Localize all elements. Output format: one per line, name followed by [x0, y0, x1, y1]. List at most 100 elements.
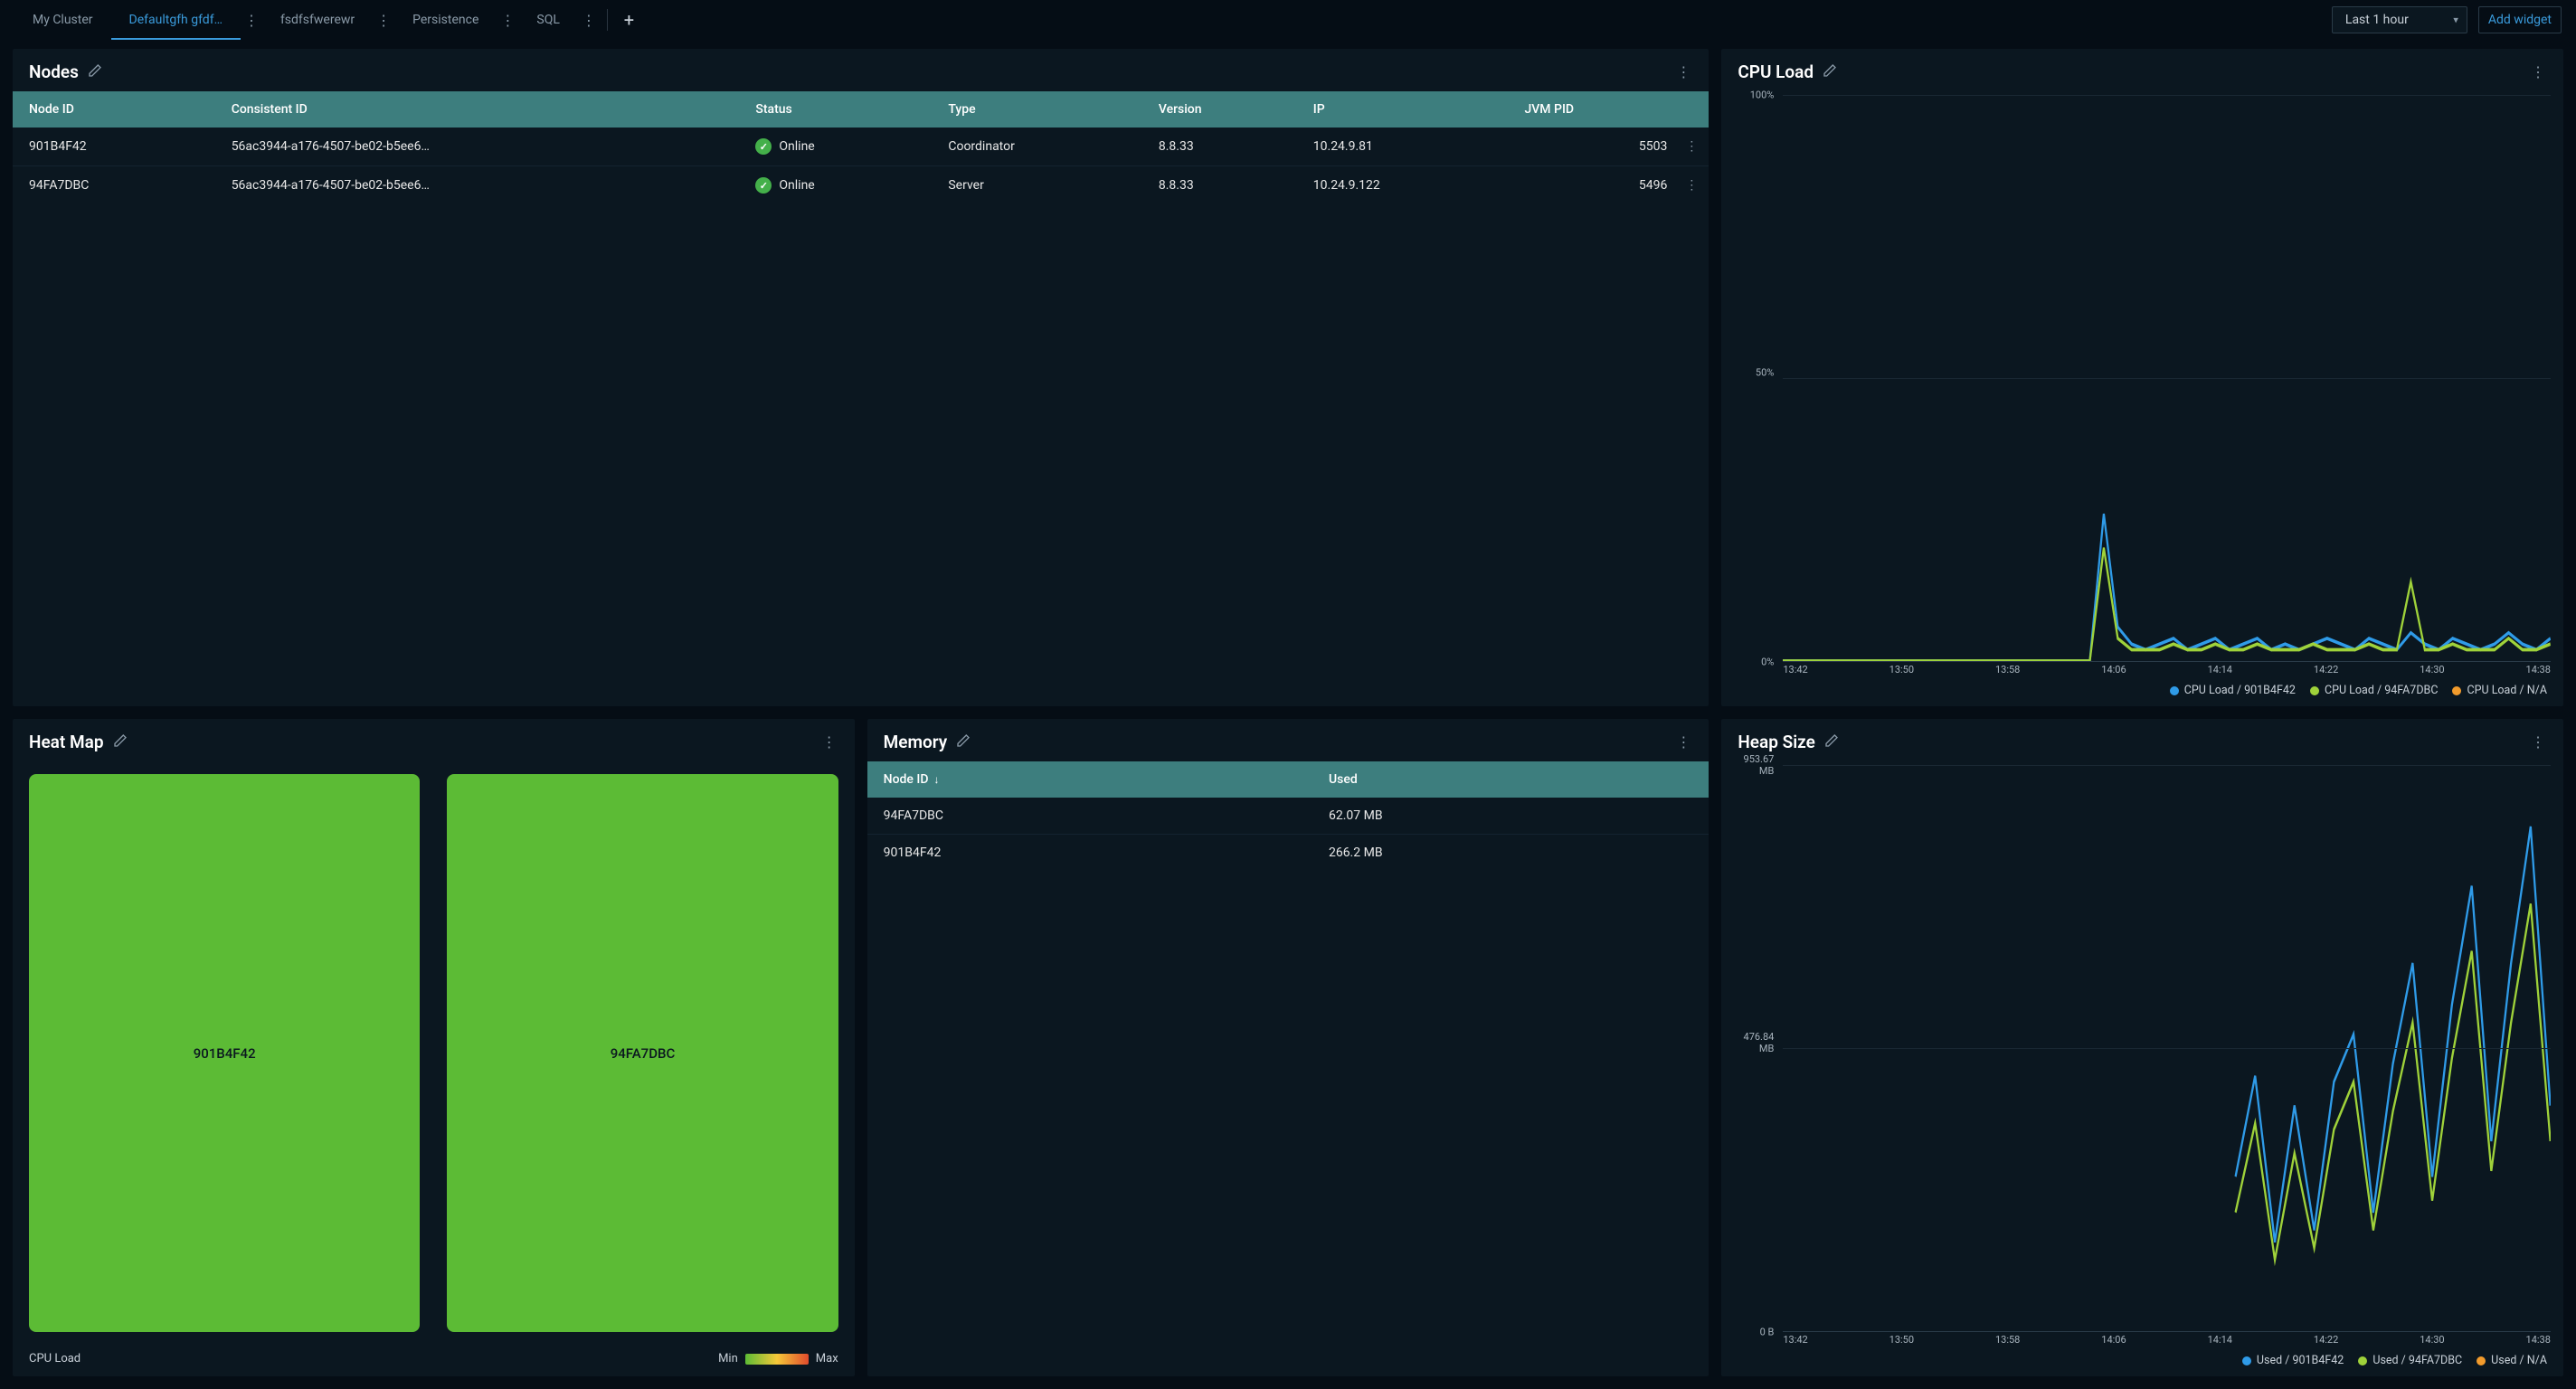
legend-dot-icon	[2358, 1356, 2367, 1365]
heat-tile[interactable]: 94FA7DBC	[447, 774, 838, 1332]
x-tick: 13:42	[1783, 1334, 1807, 1348]
cell-status: Online	[744, 166, 937, 205]
add-tab-icon[interactable]: +	[607, 9, 639, 31]
panel-memory: Memory ⋮ Node ID↓Used 94FA7DBC62.07 MB90…	[867, 719, 1709, 1376]
tab-3[interactable]: Persistence	[394, 0, 497, 40]
x-tick: 13:42	[1783, 664, 1807, 678]
panel-title: Heat Map	[29, 732, 104, 752]
tab-4[interactable]: SQL	[518, 0, 577, 40]
tab-menu-icon[interactable]: ⋮	[497, 9, 518, 31]
column-header[interactable]: Used	[1318, 761, 1709, 798]
table-row[interactable]: 94FA7DBC56ac3944-a176-4507-be02-b5ee6…On…	[13, 166, 1709, 205]
legend-dot-icon	[2170, 686, 2179, 695]
x-tick: 13:58	[1995, 1334, 2020, 1348]
sort-desc-icon: ↓	[934, 773, 940, 786]
legend-dot-icon	[2242, 1356, 2251, 1365]
column-header[interactable]: JVM PID	[1513, 91, 1674, 128]
x-tick: 14:38	[2526, 664, 2551, 678]
column-header[interactable]: IP	[1302, 91, 1514, 128]
column-header[interactable]: Consistent ID	[221, 91, 745, 128]
x-tick: 13:58	[1995, 664, 2020, 678]
tab-2[interactable]: fsdfsfwerewr	[262, 0, 373, 40]
column-header[interactable]: Type	[937, 91, 1147, 128]
legend-label: Used / N/A	[2491, 1354, 2547, 1367]
heatmap-max-label: Max	[816, 1352, 838, 1365]
cell-status: Online	[744, 128, 937, 166]
pencil-icon[interactable]	[113, 733, 128, 751]
cell-ip: 10.24.9.81	[1302, 128, 1514, 166]
x-tick: 14:30	[2420, 664, 2444, 678]
y-tick: 953.67 MB	[1730, 753, 1774, 777]
panel-menu-icon[interactable]: ⋮	[2529, 63, 2547, 80]
tab-label: SQL	[536, 13, 559, 27]
panel-menu-icon[interactable]: ⋮	[1674, 63, 1692, 80]
column-header[interactable]: Node ID	[13, 91, 221, 128]
legend-item[interactable]: Used / 94FA7DBC	[2358, 1354, 2462, 1367]
row-menu-icon[interactable]: ⋮	[1685, 178, 1698, 193]
cell-consistent-id: 56ac3944-a176-4507-be02-b5ee6…	[221, 128, 745, 166]
pencil-icon[interactable]	[1824, 733, 1839, 751]
tab-1[interactable]: Defaultgfh gfdf…	[111, 0, 241, 40]
tab-menu-icon[interactable]: ⋮	[241, 9, 262, 31]
chart-series	[1783, 548, 2551, 661]
panel-nodes: Nodes ⋮ Node IDConsistent IDStatusTypeVe…	[13, 49, 1709, 706]
cell-version: 8.8.33	[1148, 166, 1302, 205]
pencil-icon[interactable]	[88, 63, 102, 81]
y-tick: 0%	[1730, 657, 1774, 668]
legend-item[interactable]: Used / N/A	[2477, 1354, 2547, 1367]
tab-menu-icon[interactable]: ⋮	[373, 9, 394, 31]
chart-series	[2236, 827, 2551, 1242]
cell-node-id: 901B4F42	[13, 128, 221, 166]
legend-item[interactable]: CPU Load / 901B4F42	[2170, 684, 2296, 697]
tab-0[interactable]: My Cluster	[14, 0, 111, 40]
pencil-icon[interactable]	[1823, 63, 1837, 81]
cell-node-id: 94FA7DBC	[13, 166, 221, 205]
heatmap-gradient	[745, 1354, 809, 1365]
check-icon	[755, 177, 772, 194]
column-header[interactable]: Node ID↓	[867, 761, 1318, 798]
time-range-select[interactable]: Last 1 hour	[2332, 6, 2467, 33]
panel-heap-size: Heap Size ⋮ 953.67 MB476.84 MB0 B 13:421…	[1721, 719, 2563, 1376]
cell-consistent-id: 56ac3944-a176-4507-be02-b5ee6…	[221, 166, 745, 205]
legend-label: CPU Load / 901B4F42	[2184, 684, 2296, 697]
topbar: My ClusterDefaultgfh gfdf…⋮fsdfsfwerewr⋮…	[0, 0, 2576, 40]
tab-label: My Cluster	[33, 13, 93, 27]
panel-menu-icon[interactable]: ⋮	[1674, 733, 1692, 751]
panel-title: Memory	[884, 732, 948, 752]
x-tick: 14:30	[2420, 1334, 2444, 1348]
heatmap-metric-label: CPU Load	[29, 1352, 80, 1365]
heatmap-min-label: Min	[718, 1352, 738, 1365]
panel-heat-map: Heat Map ⋮ 901B4F4294FA7DBC CPU Load Min…	[13, 719, 855, 1376]
panel-title: Nodes	[29, 61, 79, 82]
legend-item[interactable]: CPU Load / 94FA7DBC	[2310, 684, 2439, 697]
cell-node-id: 94FA7DBC	[867, 798, 1318, 835]
column-header[interactable]: Status	[744, 91, 937, 128]
y-tick: 0 B	[1730, 1327, 1774, 1338]
table-row[interactable]: 94FA7DBC62.07 MB	[867, 798, 1709, 835]
panel-title: Heap Size	[1738, 732, 1815, 752]
panel-menu-icon[interactable]: ⋮	[820, 733, 838, 751]
chart-series	[1783, 514, 2551, 661]
chart-series	[2236, 903, 2551, 1260]
table-row[interactable]: 901B4F4256ac3944-a176-4507-be02-b5ee6…On…	[13, 128, 1709, 166]
pencil-icon[interactable]	[956, 733, 971, 751]
heat-tile[interactable]: 901B4F42	[29, 774, 420, 1332]
panel-menu-icon[interactable]: ⋮	[2529, 733, 2547, 751]
legend-dot-icon	[2310, 686, 2319, 695]
panel-title: CPU Load	[1738, 61, 1814, 82]
cell-type: Coordinator	[937, 128, 1147, 166]
table-row[interactable]: 901B4F42266.2 MB	[867, 835, 1709, 872]
add-widget-button[interactable]: Add widget	[2478, 6, 2562, 33]
row-menu-icon[interactable]: ⋮	[1685, 139, 1698, 154]
panel-cpu-load: CPU Load ⋮ 100%50%0% 13:4213:5013:5814:0…	[1721, 49, 2563, 706]
legend-item[interactable]: CPU Load / N/A	[2452, 684, 2547, 697]
cell-jvm-pid: 5503	[1513, 128, 1674, 166]
legend-label: Used / 901B4F42	[2257, 1354, 2344, 1367]
x-tick: 13:50	[1889, 664, 1914, 678]
tab-strip: My ClusterDefaultgfh gfdf…⋮fsdfsfwerewr⋮…	[14, 0, 2332, 40]
legend-item[interactable]: Used / 901B4F42	[2242, 1354, 2344, 1367]
cell-jvm-pid: 5496	[1513, 166, 1674, 205]
column-header[interactable]: Version	[1148, 91, 1302, 128]
cell-ip: 10.24.9.122	[1302, 166, 1514, 205]
tab-menu-icon[interactable]: ⋮	[578, 9, 600, 31]
